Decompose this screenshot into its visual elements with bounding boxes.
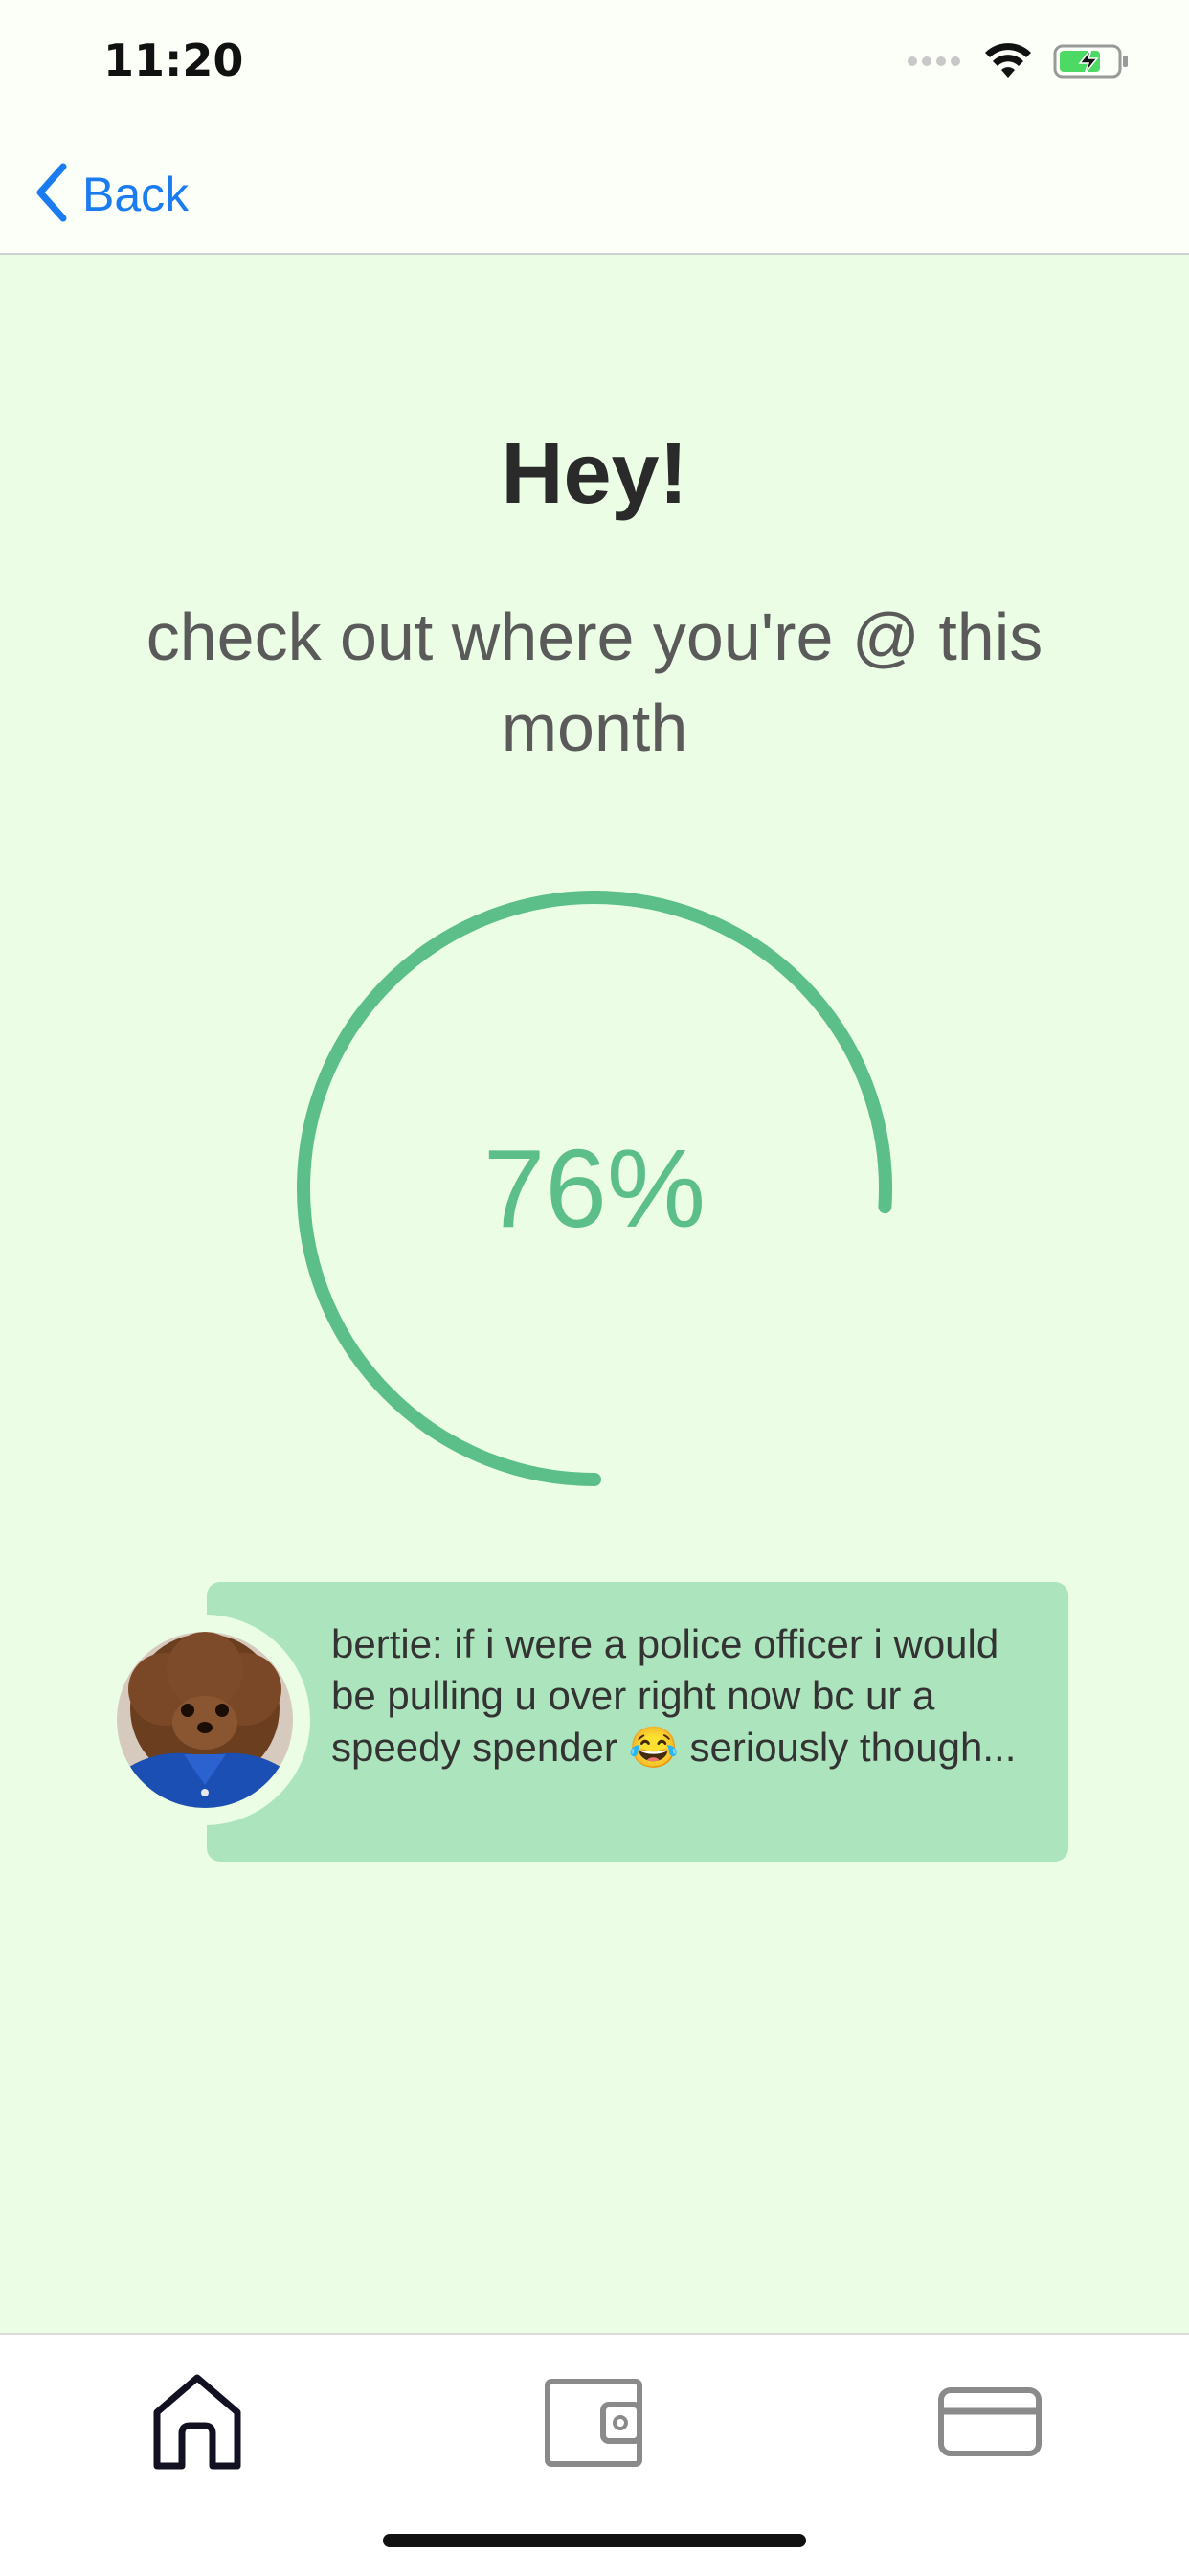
signal-dots-icon: [908, 55, 963, 73]
status-bar: 11:20: [0, 0, 1189, 144]
wifi-icon: [984, 43, 1032, 84]
back-button[interactable]: Back: [34, 161, 189, 228]
status-time: 11:20: [103, 34, 244, 86]
message-text: bertie: if i were a police officer i wou…: [331, 1621, 1017, 1770]
home-indicator: [383, 2534, 806, 2547]
subtitle-text: check out where you're @ this month: [146, 599, 1043, 765]
greeting-heading: Hey!: [501, 426, 688, 522]
progress-ring: 76%: [297, 891, 892, 1486]
wallet-icon: [544, 2376, 643, 2473]
nav-bar: Back: [0, 144, 1189, 255]
tab-wallet[interactable]: [517, 2352, 670, 2496]
back-label: Back: [82, 168, 190, 221]
home-icon: [149, 2370, 245, 2478]
progress-percent-label: 76%: [482, 1126, 707, 1251]
tab-home[interactable]: [121, 2352, 274, 2496]
status-icons: [908, 42, 1130, 85]
tab-card[interactable]: [913, 2352, 1066, 2496]
battery-charging-icon: [1053, 42, 1130, 85]
dog-avatar-icon: [117, 1632, 293, 1808]
message-card: bertie: if i were a police officer i wou…: [207, 1582, 1068, 1862]
credit-card-icon: [937, 2386, 1043, 2462]
chevron-left-icon: [34, 163, 69, 227]
